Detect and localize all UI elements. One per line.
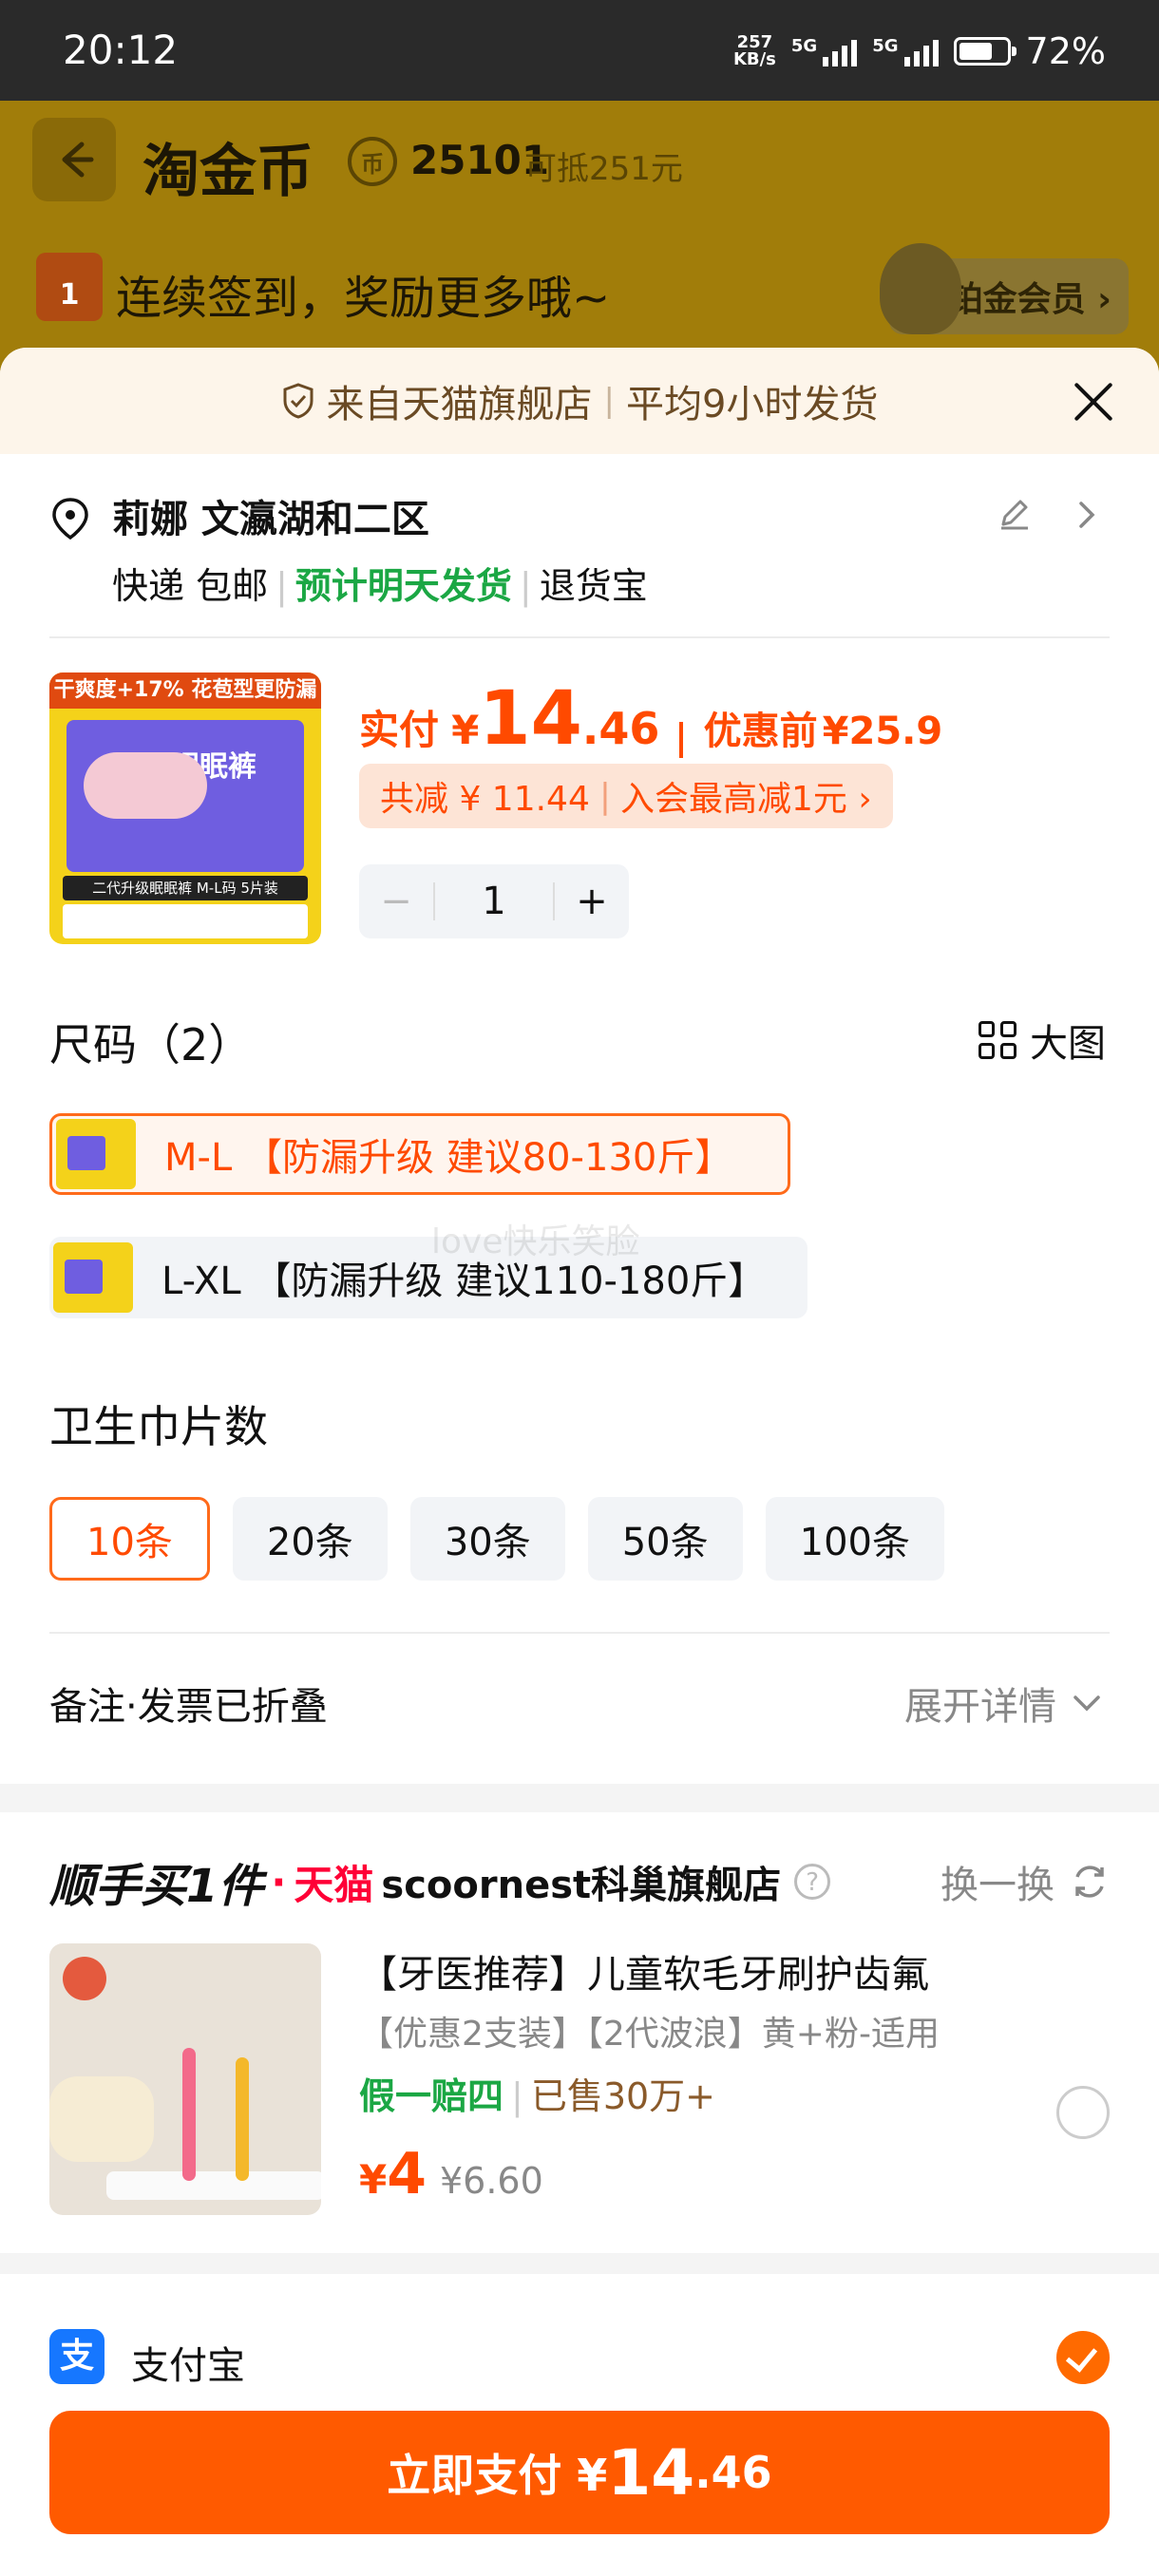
count-option-30[interactable]: 30条 xyxy=(409,1497,565,1581)
quantity-stepper[interactable]: − 1 + xyxy=(359,864,629,938)
increase-button[interactable]: + xyxy=(555,880,629,923)
coin-icon: 币 xyxy=(348,137,397,186)
coin-value: 可抵251元 xyxy=(524,150,683,188)
addon-product-spec: 【优惠2支装】【2代波浪】黄+粉-适用 xyxy=(359,2015,940,2054)
clock: 20:12 xyxy=(63,27,179,73)
battery-percent: 72% xyxy=(1025,30,1106,72)
addon-header: 顺手买1件 · 天猫 scoornest科巢旗舰店 ? xyxy=(49,1848,831,1915)
edit-pencil-icon[interactable] xyxy=(996,494,1034,532)
battery-fill xyxy=(959,43,993,60)
size-option-label: M-L 【防漏升级 建议80-130斤】 xyxy=(164,1136,733,1180)
count-option-50[interactable]: 50条 xyxy=(587,1497,743,1581)
addon-title: 顺手买1件 xyxy=(49,1860,264,1913)
big-view-label: 大图 xyxy=(1030,1022,1106,1066)
original-price: ¥25.9 xyxy=(822,710,943,753)
member-savings: 入会最高减1元 › xyxy=(620,780,872,819)
status-bar: 20:12 257 KB/s 5G 5G 72% xyxy=(0,0,1159,101)
refresh-icon xyxy=(1075,1866,1104,1898)
notes-invoice-label: 备注·发票已折叠 xyxy=(49,1685,328,1729)
divider xyxy=(49,636,1110,638)
status-icons: 257 KB/s 5G 5G 72% xyxy=(733,30,1106,72)
chevron-right-icon xyxy=(1079,502,1095,528)
size-option-ml[interactable]: M-L 【防漏升级 建议80-130斤】 xyxy=(49,1113,790,1195)
help-icon[interactable]: ? xyxy=(794,1864,831,1900)
mascot-icon xyxy=(880,243,961,334)
back-button[interactable] xyxy=(32,118,116,201)
tmall-logo: 天猫 xyxy=(294,1861,374,1908)
back-arrow-icon xyxy=(62,142,94,178)
addon-shop-name: scoornest科巢旗舰店 xyxy=(381,1864,782,1907)
decrease-button[interactable]: − xyxy=(359,880,433,923)
count-option-10[interactable]: 10条 xyxy=(49,1497,210,1581)
addon-price-value: 4 xyxy=(387,2141,427,2207)
grid-icon xyxy=(978,1021,1016,1059)
payment-method-row[interactable]: 支 支付宝 xyxy=(49,2329,1110,2388)
price-dec: .46 xyxy=(581,703,660,754)
shield-check-icon xyxy=(283,383,314,419)
checkin-text: 连续签到，奖励更多哦~ xyxy=(116,272,611,325)
store-source: 来自天猫旗舰店 xyxy=(326,383,593,426)
pay-now-button[interactable]: 立即支付 ¥14.46 xyxy=(49,2411,1110,2534)
section-gap xyxy=(0,1784,1159,1812)
sku-thumbnail xyxy=(56,1119,136,1189)
sheet-header: 来自天猫旗舰店 | 平均9小时发货 xyxy=(0,348,1159,454)
price-int: 14 xyxy=(479,676,582,762)
page-title: 淘金币 xyxy=(142,139,314,205)
size-title: 尺码（2） xyxy=(49,1019,253,1070)
check-icon[interactable] xyxy=(1056,2331,1110,2384)
calendar-icon: 1 xyxy=(36,253,103,321)
addon-price: ¥4 ¥6.60 xyxy=(359,2141,543,2207)
ship-time: 平均9小时发货 xyxy=(626,383,879,426)
recipient-name: 莉娜 文瀛湖和二区 xyxy=(112,498,429,541)
payment-method-label: 支付宝 xyxy=(131,2344,245,2388)
product-image[interactable]: 干爽度+17% 花苞型更防漏 眠眠裤 二代升级眠眠裤 M-L码 5片装 xyxy=(49,672,321,944)
addon-old-price: ¥6.60 xyxy=(439,2160,543,2202)
checkout-sheet: 来自天猫旗舰店 | 平均9小时发货 莉娜 文瀛湖和二区 快递 包邮 | 预计明天发货… xyxy=(0,348,1159,2576)
divider xyxy=(49,1632,1110,1634)
size-option-lxl[interactable]: L-XL 【防漏升级 建议110-180斤】 xyxy=(49,1237,808,1318)
big-view-button[interactable]: 大图 xyxy=(978,1013,1106,1068)
addon-select-radio[interactable] xyxy=(1056,2086,1110,2139)
section-gap xyxy=(0,2253,1159,2274)
count-options: 10条 20条 30条 50条 100条 xyxy=(49,1497,944,1581)
product-image-tag: 二代升级眠眠裤 M-L码 5片装 xyxy=(63,876,308,900)
addon-product-name: 【牙医推荐】儿童软毛牙刷护齿氟 xyxy=(359,1953,929,1997)
close-button[interactable] xyxy=(1072,380,1115,424)
expand-details-button[interactable]: 展开详情 xyxy=(904,1676,1102,1731)
addon-meta: 假一赔四 | 已售30万+ xyxy=(359,2075,716,2117)
product-image-banner: 干爽度+17% 花苞型更防漏 xyxy=(49,672,321,709)
count-option-100[interactable]: 100条 xyxy=(765,1497,944,1581)
quantity-value[interactable]: 1 xyxy=(433,882,555,920)
watermark: love快乐笑脸 xyxy=(431,1222,640,1261)
sold-count: 已售30万+ xyxy=(530,2075,716,2117)
battery-icon xyxy=(953,37,1016,66)
count-option-20[interactable]: 20条 xyxy=(232,1497,388,1581)
price-label: 实付 xyxy=(359,707,440,753)
sku-thumbnail xyxy=(53,1242,133,1313)
count-title: 卫生巾片数 xyxy=(49,1401,268,1452)
member-label: 铂金会员 › xyxy=(948,280,1112,319)
background-page: 淘金币 币 25101 可抵251元 1 连续签到，奖励更多哦~ 铂金会员 › xyxy=(0,101,1159,376)
original-price-label: 优惠前 xyxy=(703,710,818,753)
signal-icon: 5G xyxy=(791,36,858,66)
location-pin-icon xyxy=(52,498,88,540)
savings-amount: 共减 ¥ 11.44 xyxy=(380,780,590,819)
addon-product-image[interactable] xyxy=(49,1943,321,2215)
network-speed: 257 KB/s xyxy=(732,32,776,69)
shipping-info: 快递 包邮 | 预计明天发货 | 退货宝 xyxy=(112,565,648,607)
chevron-down-icon xyxy=(1074,1695,1100,1712)
guarantee-label: 假一赔四 xyxy=(359,2075,504,2117)
swap-button[interactable]: 换一换 xyxy=(940,1854,1110,1909)
price-line: 实付 ¥14.46 优惠前 ¥25.9 xyxy=(359,676,943,762)
return-guarantee: 退货宝 xyxy=(539,565,648,607)
alipay-icon: 支 xyxy=(49,2329,104,2384)
savings-chip[interactable]: 共减 ¥ 11.44 | 入会最高减1元 › xyxy=(359,764,893,828)
delivery-method: 快递 包邮 xyxy=(112,565,269,607)
signal-icon: 5G xyxy=(872,36,939,66)
delivery-estimate: 预计明天发货 xyxy=(294,565,512,607)
